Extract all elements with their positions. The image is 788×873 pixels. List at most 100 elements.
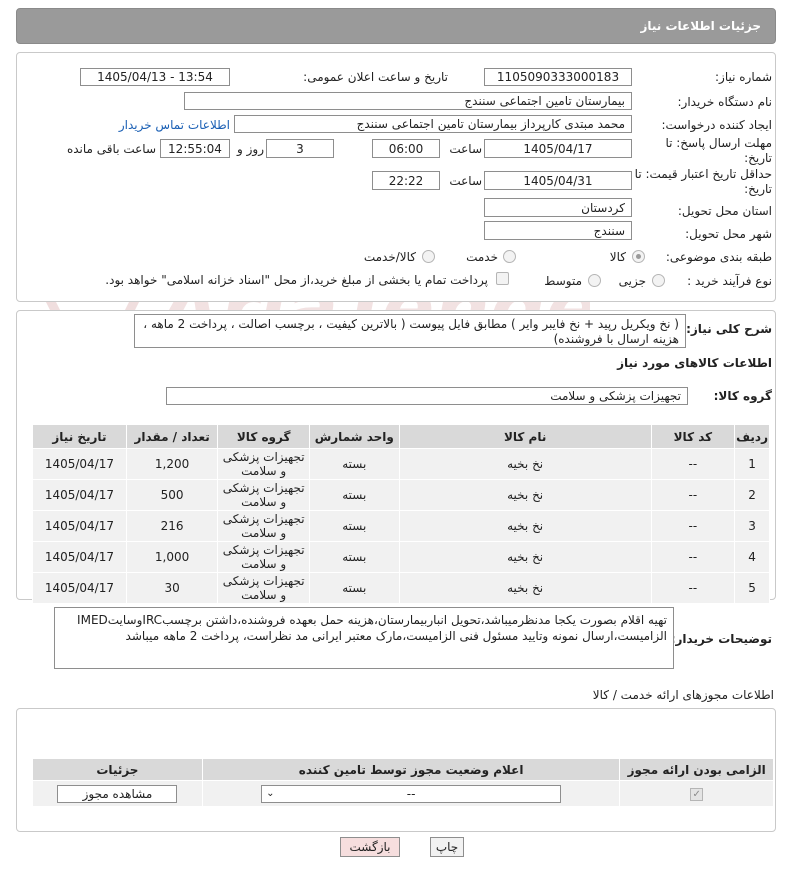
need-number-field: 1105090333000183 [484, 68, 632, 86]
buyer-contact-link[interactable]: اطلاعات تماس خریدار [119, 118, 230, 132]
process-option-medium: متوسط [544, 274, 582, 288]
city-label: شهر محل تحویل: [685, 227, 772, 241]
license-table: الزامی بودن ارائه مجوز اعلام وضعیت مجوز … [32, 758, 774, 807]
reply-time-label: ساعت [449, 142, 482, 156]
cell-name: نخ بخیه [398, 448, 652, 480]
table-row: 3 -- نخ بخیه بسته تجهیزات پزشکی و سلامت … [32, 510, 770, 542]
license-details-cell: مشاهده مجوز [32, 780, 203, 807]
cell-code: -- [650, 572, 736, 604]
cell-code: -- [650, 510, 736, 542]
col-unit: واحد شمارش [308, 424, 400, 449]
creator-label: ایجاد کننده درخواست: [661, 118, 772, 132]
city-field: سنندج [484, 221, 632, 240]
cell-quantity: 216 [125, 510, 219, 542]
price-date-field: 1405/04/31 [484, 171, 632, 190]
remaining-time-field: 12:55:04 [160, 139, 230, 158]
cell-date: 1405/04/17 [32, 541, 127, 573]
col-name: نام کالا [398, 424, 652, 449]
cell-group: تجهیزات پزشکی و سلامت [217, 448, 310, 480]
cell-unit: بسته [308, 479, 400, 511]
view-license-button[interactable]: مشاهده مجوز [57, 784, 178, 803]
license-status-value: -- [406, 786, 416, 801]
cell-unit: بسته [308, 448, 400, 480]
province-field: کردستان [484, 198, 632, 217]
cell-unit: بسته [308, 572, 400, 604]
description-text: ( نخ ویکریل رپید + نخ فایبر وایر ) مطابق… [134, 314, 686, 348]
col-code: کد کالا [650, 424, 736, 449]
license-status-cell: -- ⌄ [201, 780, 621, 807]
category-radio-goods[interactable] [632, 250, 645, 263]
buyer-org-label: نام دستگاه خریدار: [677, 95, 773, 109]
table-row: 2 -- نخ بخیه بسته تجهیزات پزشکی و سلامت … [32, 479, 770, 511]
category-option-goods-service: کالا/خدمت [363, 250, 416, 264]
cell-name: نخ بخیه [398, 510, 652, 542]
table-row: 1 -- نخ بخیه بسته تجهیزات پزشکی و سلامت … [32, 448, 770, 480]
cell-group: تجهیزات پزشکی و سلامت [217, 510, 310, 542]
process-label: نوع فرآیند خرید : [687, 274, 772, 288]
category-radio-service[interactable] [503, 250, 516, 263]
col-license-required: الزامی بودن ارائه مجوز [619, 758, 774, 781]
category-option-service: خدمت [466, 250, 498, 264]
cell-quantity: 500 [125, 479, 219, 511]
page-title: جزئیات اطلاعات نیاز [16, 8, 776, 44]
license-required-checkbox[interactable]: ✓ [690, 788, 704, 801]
cell-row: 5 [734, 572, 770, 604]
remaining-time-label: ساعت باقی مانده [66, 142, 156, 156]
license-status-select[interactable]: -- ⌄ [261, 784, 562, 803]
cell-code: -- [650, 541, 736, 573]
license-required-cell: ✓ [619, 780, 774, 807]
back-button[interactable]: بازگشت [340, 837, 400, 857]
treasury-note: پرداخت تمام یا بخشی از مبلغ خرید،از محل … [105, 273, 488, 287]
cell-row: 3 [734, 510, 770, 542]
cell-row: 1 [734, 448, 770, 480]
col-license-details: جزئیات [32, 758, 203, 781]
process-radio-minor[interactable] [652, 274, 665, 287]
cell-date: 1405/04/17 [32, 510, 127, 542]
treasury-checkbox[interactable] [496, 272, 509, 285]
reply-date-field: 1405/04/17 [484, 139, 632, 158]
cell-date: 1405/04/17 [32, 448, 127, 480]
goods-group-field: تجهیزات پزشکی و سلامت [166, 387, 688, 405]
cell-group: تجهیزات پزشکی و سلامت [217, 572, 310, 604]
table-row: 4 -- نخ بخیه بسته تجهیزات پزشکی و سلامت … [32, 541, 770, 573]
price-time-field: 22:22 [372, 171, 440, 190]
announce-label: تاریخ و ساعت اعلان عمومی: [303, 70, 448, 84]
cell-code: -- [650, 448, 736, 480]
col-quantity: تعداد / مقدار [125, 424, 219, 449]
need-number-label: شماره نیاز: [715, 70, 772, 84]
province-label: استان محل تحویل: [677, 204, 772, 218]
category-radio-goods-service[interactable] [422, 250, 435, 263]
reply-deadline-label: مهلت ارسال پاسخ: تا تاریخ: [665, 136, 772, 165]
col-row: ردیف [734, 424, 770, 449]
cell-name: نخ بخیه [398, 479, 652, 511]
price-time-label: ساعت [449, 174, 482, 188]
items-table: ردیف کد کالا نام کالا واحد شمارش گروه کا… [32, 424, 770, 604]
process-radio-medium[interactable] [588, 274, 601, 287]
cell-name: نخ بخیه [398, 541, 652, 573]
cell-unit: بسته [308, 541, 400, 573]
col-group: گروه کالا [217, 424, 310, 449]
chevron-down-icon: ⌄ [266, 787, 275, 799]
goods-group-label: گروه کالا: [713, 389, 772, 403]
cell-group: تجهیزات پزشکی و سلامت [217, 479, 310, 511]
cell-name: نخ بخیه [398, 572, 652, 604]
price-validity-label: حداقل تاریخ اعتبار قیمت: تا تاریخ: [634, 167, 772, 196]
cell-group: تجهیزات پزشکی و سلامت [217, 541, 310, 573]
col-date: تاریخ نیاز [32, 424, 127, 449]
buyer-org-field: بیمارستان تامین اجتماعی سنندج [184, 92, 632, 110]
license-section-title: اطلاعات مجوزهای ارائه خدمت / کالا [592, 688, 774, 702]
print-button[interactable]: چاپ [430, 837, 464, 857]
days-field: 3 [266, 139, 334, 158]
cell-row: 2 [734, 479, 770, 511]
days-label: روز و [237, 142, 264, 156]
cell-quantity: 1,000 [125, 541, 219, 573]
cell-date: 1405/04/17 [32, 572, 127, 604]
announce-field: 1405/04/13 - 13:54 [80, 68, 230, 86]
creator-field: محمد مبتدی کارپرداز بیمارستان تامین اجتم… [234, 115, 632, 133]
license-table-header: الزامی بودن ارائه مجوز اعلام وضعیت مجوز … [32, 758, 774, 781]
items-table-header: ردیف کد کالا نام کالا واحد شمارش گروه کا… [32, 424, 770, 449]
reply-time-field: 06:00 [372, 139, 440, 158]
cell-code: -- [650, 479, 736, 511]
cell-row: 4 [734, 541, 770, 573]
buyer-notes-text: تهیه اقلام بصورت یکجا مدنظرمیباشد،تحویل … [54, 607, 674, 669]
